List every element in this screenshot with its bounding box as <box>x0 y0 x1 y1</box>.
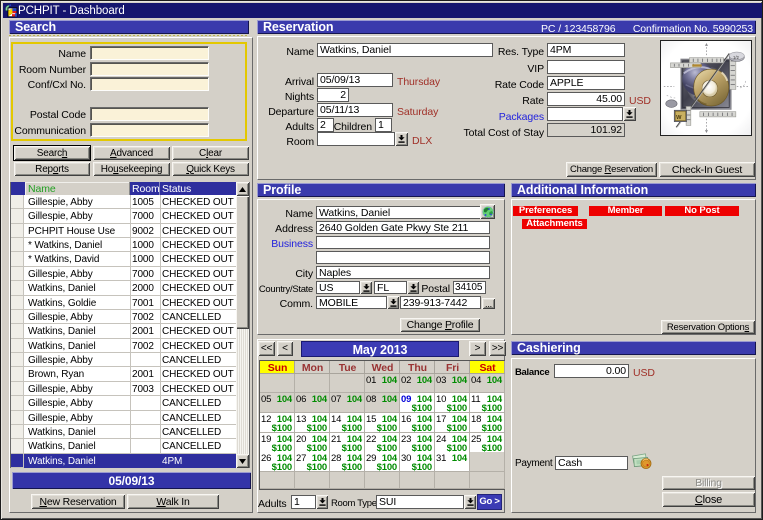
svg-text:1/2: 1/2 <box>733 55 740 60</box>
svg-text:W: W <box>676 115 682 121</box>
